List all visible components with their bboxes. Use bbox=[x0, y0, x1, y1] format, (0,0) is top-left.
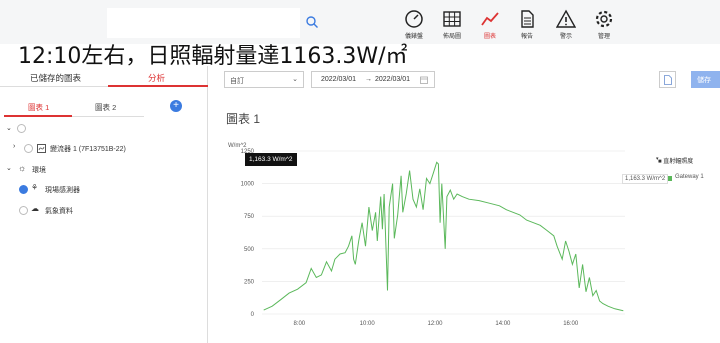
chevron-down-icon[interactable]: ⌄ bbox=[6, 124, 12, 132]
subtab-chart-2[interactable]: 圖表 2 bbox=[95, 102, 116, 113]
x-tick-label: 16:00 bbox=[563, 321, 579, 327]
file-icon bbox=[664, 75, 672, 85]
gear-icon bbox=[595, 10, 613, 28]
environment-label: 環境 bbox=[32, 167, 46, 174]
warning-icon bbox=[556, 9, 576, 28]
search-input[interactable] bbox=[107, 8, 300, 38]
chevron-right-icon[interactable]: › bbox=[13, 143, 15, 150]
date-from[interactable]: 2022/03/01 bbox=[321, 76, 356, 83]
legend-title: ■ 直射輻照度 bbox=[658, 159, 694, 165]
nav-alerts[interactable]: 警示 bbox=[546, 9, 586, 40]
nav-management[interactable]: 管理 bbox=[584, 9, 624, 40]
app-root: 儀錶盤 佈局圖 圖表 報告 警示 管理 已儲存的圖表 分析 圖表 1 圖表 2 bbox=[0, 0, 720, 343]
nav-dashboard[interactable]: 儀錶盤 bbox=[394, 9, 434, 40]
save-button[interactable]: 儲存 bbox=[691, 71, 720, 88]
export-button[interactable] bbox=[659, 71, 676, 88]
gauge-icon bbox=[405, 10, 423, 28]
satellite-icon: ⚘ bbox=[31, 183, 39, 192]
nav-reports[interactable]: 報告 bbox=[507, 9, 547, 40]
y-tick-label: 1000 bbox=[241, 182, 255, 188]
select-all-checkbox[interactable] bbox=[17, 124, 26, 133]
date-to[interactable]: 2022/03/01 bbox=[375, 76, 410, 83]
date-arrow: → bbox=[365, 76, 372, 83]
weather-label: 氣象資料 bbox=[45, 208, 73, 215]
sun-icon: ☼ bbox=[18, 163, 27, 173]
nav-label: 管理 bbox=[597, 34, 610, 40]
nav-label: 儀錶盤 bbox=[404, 34, 423, 40]
subtab-chart-1[interactable]: 圖表 1 bbox=[28, 102, 49, 113]
tab-analysis[interactable]: 分析 bbox=[148, 72, 165, 84]
nav-layout[interactable]: 佈局圖 bbox=[432, 9, 472, 40]
x-tick-label: 12:00 bbox=[428, 321, 444, 327]
y-tick-label: 500 bbox=[244, 247, 255, 253]
nav-label: 佈局圖 bbox=[442, 34, 461, 40]
tree-root-row[interactable]: ⌄ bbox=[0, 122, 208, 136]
legend-title-text: 直射輻照度 bbox=[663, 159, 694, 165]
search-icon[interactable] bbox=[305, 15, 319, 29]
y-tick-label: 0 bbox=[251, 312, 255, 318]
series-line-gateway-1 bbox=[263, 161, 624, 312]
legend-series-label[interactable]: Gateway 1 bbox=[675, 174, 704, 180]
chart-line-icon bbox=[481, 12, 499, 26]
site-sensor-label: 現場感測器 bbox=[45, 187, 80, 194]
tab-saved-charts[interactable]: 已儲存的圖表 bbox=[30, 72, 81, 84]
headline-caption: 12:10左右，日照輻射量達1163.3W/㎡ bbox=[18, 44, 408, 69]
nav-label: 警示 bbox=[559, 34, 572, 40]
legend-value-readout: 1,163.3 W/m^2 bbox=[622, 174, 669, 184]
tree-row-weather[interactable]: ☁ 氣象資料 bbox=[0, 204, 208, 218]
cloud-sun-icon: ☁ bbox=[31, 204, 39, 213]
calendar-icon[interactable] bbox=[420, 76, 428, 84]
range-select-value: 自訂 bbox=[230, 78, 244, 85]
document-icon bbox=[521, 10, 534, 28]
x-tick-label: 8:00 bbox=[293, 321, 305, 327]
site-sensor-checkbox[interactable] bbox=[19, 185, 28, 194]
y-axis-label: W/m^2 bbox=[228, 143, 247, 149]
tree-row-site-sensor[interactable]: ⚘ 現場感測器 bbox=[0, 183, 208, 197]
x-axis-ticks: 8:00 10:00 12:00 14:00 16:00 bbox=[293, 321, 578, 327]
left-panel: 已儲存的圖表 分析 圖表 1 圖表 2 + ⌄ › 變流器 1 (7F13751… bbox=[0, 66, 208, 343]
weather-checkbox[interactable] bbox=[19, 206, 28, 215]
chevron-down-icon[interactable]: ⌄ bbox=[6, 164, 12, 172]
y-axis-ticks: 025050075010001250 bbox=[241, 149, 255, 318]
nav-label: 報告 bbox=[520, 34, 533, 40]
range-select[interactable]: 自訂 ⌄ bbox=[224, 71, 304, 88]
y-tick-label: 750 bbox=[244, 214, 255, 220]
active-subtab-indicator bbox=[4, 115, 72, 117]
date-range-picker[interactable]: 2022/03/01 → 2022/03/01 bbox=[311, 71, 435, 88]
y-tick-label: 250 bbox=[244, 279, 255, 285]
tree-row-inverter[interactable]: › 變流器 1 (7F13751B-22) bbox=[0, 142, 208, 156]
x-tick-label: 14:00 bbox=[495, 321, 511, 327]
x-tick-label: 10:00 bbox=[360, 321, 376, 327]
legend-panel: ▾ ■ 直射輻照度 Gateway 1 bbox=[650, 152, 720, 192]
inverter-checkbox[interactable] bbox=[24, 144, 33, 153]
tree-row-environment[interactable]: ⌄ ☼ 環境 bbox=[0, 163, 208, 177]
nav-charts[interactable]: 圖表 bbox=[470, 9, 510, 40]
chart-tooltip: 1,163.3 W/m^2 bbox=[245, 153, 297, 166]
grid-icon bbox=[443, 11, 461, 27]
chart-grid bbox=[262, 150, 625, 315]
inverter-label: 變流器 1 (7F13751B-22) bbox=[50, 146, 126, 153]
chevron-down-icon: ⌄ bbox=[292, 76, 298, 83]
inverter-icon bbox=[37, 144, 46, 153]
add-chart-button[interactable]: + bbox=[170, 100, 182, 112]
nav-label: 圖表 bbox=[483, 34, 496, 40]
chart-title: 圖表 1 bbox=[226, 112, 261, 126]
active-tab-indicator bbox=[108, 85, 208, 87]
